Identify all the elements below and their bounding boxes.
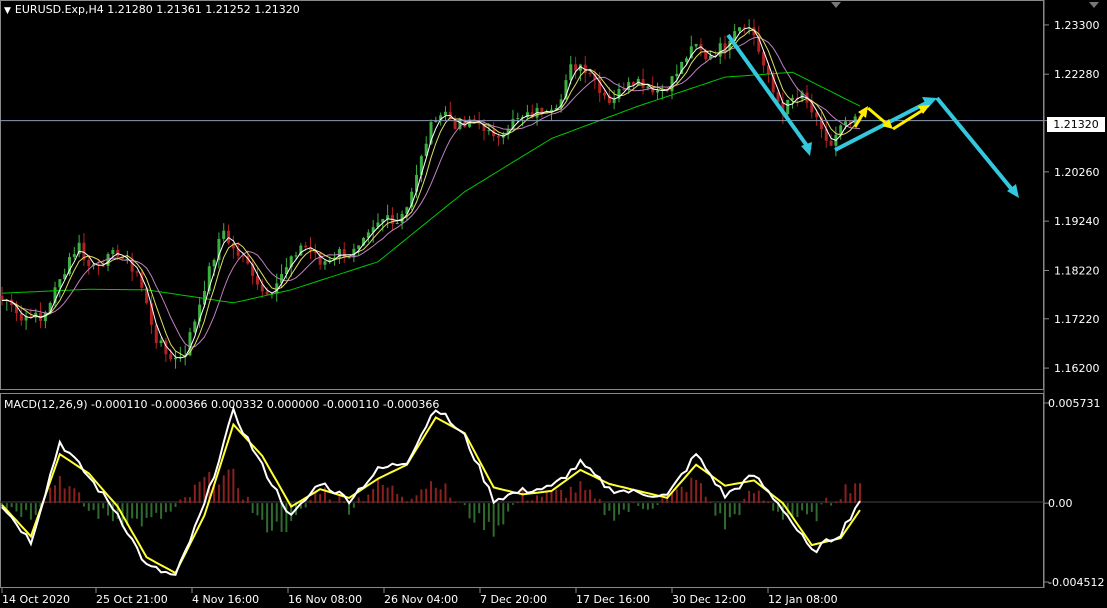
time-tick-label: 4 Nov 16:00 — [192, 593, 259, 606]
candle — [164, 338, 168, 363]
scroll-marker-icon[interactable] — [1089, 2, 1099, 8]
candle — [24, 311, 28, 330]
ma-mid-line — [1, 36, 861, 348]
candle — [434, 116, 438, 123]
macd-tick-label: -0.004512 — [1048, 576, 1104, 589]
price-tick-label: 1.16200 — [1054, 362, 1100, 375]
time-tick-label: 26 Nov 04:00 — [384, 593, 458, 606]
price-tick-label: 1.23300 — [1054, 19, 1100, 32]
candle — [202, 280, 206, 308]
candle — [834, 126, 838, 157]
candle — [231, 235, 235, 259]
yellow-arrow-up-1[interactable] — [853, 106, 868, 128]
dropdown-triangle-icon[interactable]: ▼ — [4, 6, 11, 16]
price-tick-label: 1.22280 — [1054, 68, 1100, 81]
candle — [824, 121, 828, 149]
candle — [217, 232, 221, 269]
candle — [130, 252, 134, 282]
candle — [390, 207, 394, 231]
candle — [140, 270, 144, 292]
price-tick-label: 1.19240 — [1054, 215, 1100, 228]
price-axis-ticks: 1.23300 1.22280 1.20260 1.19240 1.18220 1.172… — [1044, 19, 1100, 375]
ma-fast2-line — [1, 29, 861, 358]
time-tick-label: 14 Oct 2020 — [2, 593, 70, 606]
candle — [694, 43, 698, 49]
time-tick-label: 17 Dec 16:00 — [576, 593, 650, 606]
cyan-arrow-down-2[interactable] — [935, 96, 1019, 198]
candle — [622, 82, 626, 91]
candle — [810, 93, 814, 119]
candle — [525, 104, 529, 120]
candle — [154, 324, 158, 349]
candle — [366, 229, 370, 243]
macd-axis-ticks: 0.005731 0.00 -0.004512 — [1044, 397, 1104, 589]
candles-layer — [0, 19, 862, 369]
macd-tick-label: 0.00 — [1048, 497, 1073, 510]
time-tick-label: 30 Dec 12:00 — [672, 593, 746, 606]
candle — [342, 242, 346, 263]
macd-tick-label: 0.005731 — [1048, 397, 1101, 410]
price-tick-label: 1.17220 — [1054, 313, 1100, 326]
candle — [636, 76, 640, 86]
candle — [72, 247, 76, 260]
candle — [227, 224, 231, 245]
time-tick-label: 25 Oct 21:00 — [96, 593, 168, 606]
macd-histogram — [1, 468, 861, 537]
candle — [795, 87, 799, 107]
chart-shift-marker-icon[interactable] — [831, 2, 841, 8]
candle — [443, 106, 447, 121]
candle — [723, 35, 727, 60]
moving-averages-layer — [1, 27, 861, 359]
time-axis-ticks: 14 Oct 2020 25 Oct 21:00 4 Nov 16:00 16 Nov… — [1, 588, 838, 606]
candle — [352, 243, 356, 263]
price-tick-label: 1.18220 — [1054, 264, 1100, 277]
candle — [174, 351, 178, 369]
candle — [395, 213, 399, 225]
macd-header: MACD(12,26,9) -0.000110 -0.000366 0.0003… — [4, 398, 440, 411]
time-tick-label: 12 Jan 08:00 — [768, 593, 838, 606]
candle — [574, 56, 578, 79]
candle — [82, 233, 86, 267]
time-tick-label: 7 Dec 20:00 — [480, 593, 547, 606]
symbol-header[interactable]: ▼ EURUSD.Exp,H4 1.21280 1.21361 1.21252 1… — [4, 3, 300, 16]
candle — [453, 115, 457, 130]
current-price-label: 1.21320 — [1047, 117, 1105, 132]
candle — [255, 267, 259, 291]
symbol-line: EURUSD.Exp,H4 1.21280 1.21361 1.21252 1.… — [14, 3, 300, 16]
candle — [839, 124, 843, 140]
candle — [222, 223, 226, 242]
time-tick-label: 16 Nov 08:00 — [288, 593, 362, 606]
chart-canvas[interactable]: 1.23300 1.22280 1.20260 1.19240 1.18220 1.172… — [0, 0, 1107, 608]
candle — [656, 82, 660, 100]
candle — [135, 270, 139, 277]
candle — [323, 259, 327, 270]
candle — [718, 37, 722, 65]
price-tick-label: 1.20260 — [1054, 166, 1100, 179]
cyan-arrow-down-1[interactable] — [726, 33, 812, 156]
candle — [39, 302, 43, 329]
